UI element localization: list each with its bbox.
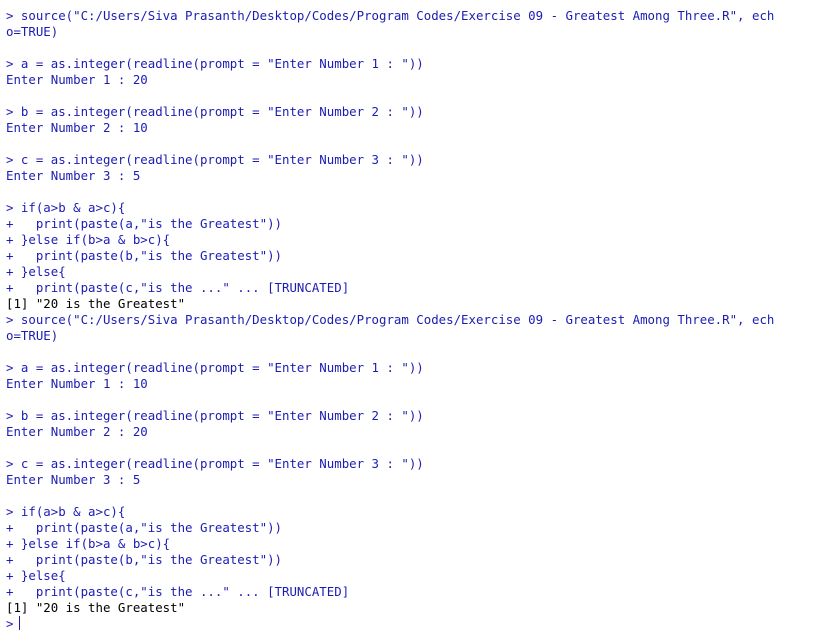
console-line-cmd: > a = as.integer(readline(prompt = "Ente… <box>6 56 424 71</box>
console-line-cmd: > source("C:/Users/Siva Prasanth/Desktop… <box>6 312 775 327</box>
console-line-out: [1] "20 is the Greatest" <box>6 600 186 615</box>
console-line-cmd: > if(a>b & a>c){ <box>6 504 126 519</box>
console-line-input-echo: Enter Number 1 : 10 <box>6 376 148 391</box>
console-line-cmd: > b = as.integer(readline(prompt = "Ente… <box>6 104 424 119</box>
console-line-cmd: > c = as.integer(readline(prompt = "Ente… <box>6 152 424 167</box>
console-line-cmd: + }else if(b>a & b>c){ <box>6 536 171 551</box>
console-line-cmd: o=TRUE) <box>6 24 59 39</box>
console-line-cmd: o=TRUE) <box>6 328 59 343</box>
console-line-cmd: + print(paste(b,"is the Greatest")) <box>6 552 283 567</box>
console-line-cmd: + print(paste(c,"is the ..." ... [TRUNCA… <box>6 280 350 295</box>
console-line-cmd: + print(paste(b,"is the Greatest")) <box>6 248 283 263</box>
console-line-cmd: + print(paste(a,"is the Greatest")) <box>6 216 283 231</box>
console-line-input-echo: Enter Number 2 : 20 <box>6 424 148 439</box>
console-line-cmd: + print(paste(c,"is the ..." ... [TRUNCA… <box>6 584 350 599</box>
console-line-cmd: > a = as.integer(readline(prompt = "Ente… <box>6 360 424 375</box>
console-line-cmd: > b = as.integer(readline(prompt = "Ente… <box>6 408 424 423</box>
console-line-input-echo: Enter Number 3 : 5 <box>6 168 141 183</box>
console-output: > source("C:/Users/Siva Prasanth/Desktop… <box>0 8 839 616</box>
console-line-input-echo: Enter Number 2 : 10 <box>6 120 148 135</box>
console-line-input-echo: Enter Number 3 : 5 <box>6 472 141 487</box>
console-line-cmd: + print(paste(a,"is the Greatest")) <box>6 520 283 535</box>
r-console[interactable]: > source("C:/Users/Siva Prasanth/Desktop… <box>0 0 839 641</box>
console-line-cmd: + }else{ <box>6 568 66 583</box>
console-line-cmd: + }else{ <box>6 264 66 279</box>
console-line-cmd: > c = as.integer(readline(prompt = "Ente… <box>6 456 424 471</box>
text-cursor <box>19 616 21 630</box>
console-prompt-line[interactable]: > <box>0 616 839 632</box>
console-line-input-echo: Enter Number 1 : 20 <box>6 72 148 87</box>
console-line-out: [1] "20 is the Greatest" <box>6 296 186 311</box>
console-line-cmd: + }else if(b>a & b>c){ <box>6 232 171 247</box>
console-line-cmd: > if(a>b & a>c){ <box>6 200 126 215</box>
prompt-symbol: > <box>6 616 14 631</box>
console-line-cmd: > source("C:/Users/Siva Prasanth/Desktop… <box>6 8 775 23</box>
